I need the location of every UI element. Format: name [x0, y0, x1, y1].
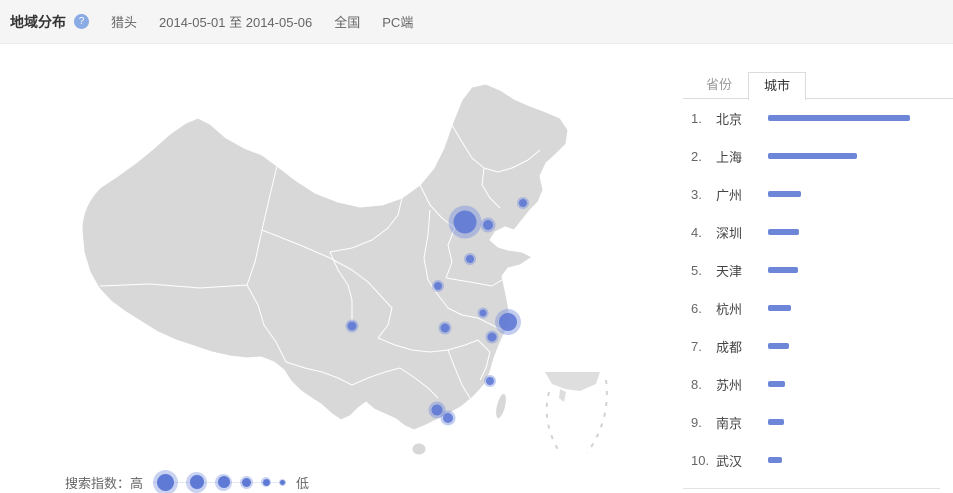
city-row: 7.成都	[683, 327, 940, 365]
city-row: 3.广州	[683, 175, 940, 213]
city-row: 8.苏州	[683, 365, 940, 403]
rank-label: 6.	[691, 301, 716, 316]
legend-scale-circles	[149, 470, 290, 493]
rank-label: 7.	[691, 339, 716, 354]
date-range-label: 2014-05-01 至 2014-05-06	[159, 12, 312, 31]
index-bar	[768, 381, 910, 387]
hainan-island	[412, 443, 426, 455]
index-bar	[768, 191, 910, 197]
page-title: 地域分布	[10, 12, 66, 32]
city-row: 2.上海	[683, 137, 940, 175]
city-bubble[interactable]	[454, 211, 477, 234]
legend-circle	[215, 474, 232, 491]
index-bar	[768, 305, 910, 311]
city-name: 武汉	[716, 451, 768, 470]
legend-circle	[261, 477, 271, 487]
rank-label: 1.	[691, 111, 716, 126]
legend-low-label: 低	[296, 473, 309, 492]
index-bar	[768, 457, 910, 463]
legend-circle	[240, 476, 253, 489]
city-name: 北京	[716, 109, 768, 128]
city-bubble[interactable]	[519, 199, 527, 207]
city-row: 6.杭州	[683, 289, 940, 327]
china-map	[0, 44, 680, 493]
city-name: 上海	[716, 147, 768, 166]
index-bar	[768, 343, 910, 349]
city-name: 南京	[716, 413, 768, 432]
index-bar	[768, 153, 910, 159]
city-row: 9.南京	[683, 403, 940, 441]
index-bar	[768, 419, 910, 425]
city-bubble[interactable]	[466, 255, 474, 263]
taiwan-island	[493, 392, 508, 419]
keyword-label: 猎头	[111, 12, 137, 31]
widget-header: 地域分布 ? 猎头 2014-05-01 至 2014-05-06 全国 PC端	[0, 0, 953, 44]
city-bubble[interactable]	[441, 324, 450, 333]
rank-label: 2.	[691, 149, 716, 164]
city-name: 成都	[716, 337, 768, 356]
tab-bar: 省份 城市	[683, 72, 953, 99]
rank-label: 5.	[691, 263, 716, 278]
content-area: 搜索指数：高 低 省份 城市 1.北京2.上海3.广州4.深圳5.天津6.杭州7…	[0, 44, 953, 493]
rank-label: 3.	[691, 187, 716, 202]
rank-label: 4.	[691, 225, 716, 240]
platform-label: PC端	[382, 12, 413, 31]
legend-circle	[186, 472, 207, 493]
city-row: 5.天津	[683, 251, 940, 289]
search-index-legend: 搜索指数：高 低	[65, 468, 309, 493]
city-bubble[interactable]	[488, 333, 497, 342]
ranking-panel: 省份 城市 1.北京2.上海3.广州4.深圳5.天津6.杭州7.成都8.苏州9.…	[683, 44, 953, 489]
city-bubble[interactable]	[432, 405, 443, 416]
tab-city[interactable]: 城市	[748, 72, 806, 100]
city-name: 天津	[716, 261, 768, 280]
city-name: 苏州	[716, 375, 768, 394]
city-row: 10.武汉	[683, 441, 940, 479]
city-name: 广州	[716, 185, 768, 204]
city-bubble[interactable]	[348, 322, 357, 331]
city-bubble[interactable]	[486, 377, 494, 385]
index-bar	[768, 267, 910, 273]
city-row: 1.北京	[683, 99, 940, 137]
south-china-sea-inset	[545, 372, 607, 453]
city-row: 4.深圳	[683, 213, 940, 251]
city-bubble[interactable]	[483, 220, 493, 230]
legend-circle	[153, 470, 178, 493]
city-bubble[interactable]	[499, 313, 517, 331]
rank-label: 8.	[691, 377, 716, 392]
city-name: 深圳	[716, 223, 768, 242]
legend-circle	[279, 479, 286, 486]
city-bubble[interactable]	[480, 310, 487, 317]
help-icon[interactable]: ?	[74, 14, 89, 29]
rank-label: 9.	[691, 415, 716, 430]
region-label: 全国	[334, 12, 360, 31]
index-bar	[768, 229, 910, 235]
city-name: 杭州	[716, 299, 768, 318]
city-bubble[interactable]	[443, 413, 453, 423]
legend-high-label: 搜索指数：高	[65, 473, 143, 492]
city-ranking-list: 1.北京2.上海3.广州4.深圳5.天津6.杭州7.成都8.苏州9.南京10.武…	[683, 99, 940, 489]
index-bar	[768, 115, 910, 121]
rank-label: 10.	[691, 453, 716, 468]
tab-province[interactable]: 省份	[690, 72, 748, 98]
city-bubble[interactable]	[434, 282, 442, 290]
